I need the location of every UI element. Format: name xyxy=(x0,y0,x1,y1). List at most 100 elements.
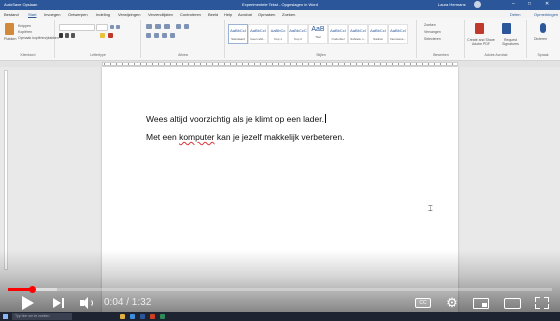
replace-button[interactable]: Vervangen xyxy=(424,30,441,34)
subtitles-button[interactable]: CC xyxy=(413,294,433,312)
file-explorer-icon[interactable] xyxy=(120,314,125,319)
share-button[interactable]: Delen xyxy=(510,12,520,17)
style-standaard[interactable]: AaBbCcI Standaard xyxy=(228,24,248,44)
next-button[interactable] xyxy=(50,294,66,312)
gear-icon: ⚙ xyxy=(446,295,458,310)
style-titel[interactable]: AaB Titel xyxy=(308,24,328,44)
tab-verzendlijsten[interactable]: Verzendlijsten xyxy=(148,12,173,17)
comments-button[interactable]: Opmerkingen xyxy=(534,12,558,17)
request-signatures-icon[interactable] xyxy=(502,23,511,34)
create-pdf-icon[interactable] xyxy=(475,23,484,34)
tab-invoegen[interactable]: Invoegen xyxy=(44,12,60,17)
tab-zoeken[interactable]: Zoeken xyxy=(282,12,295,17)
settings-button[interactable]: ⚙ xyxy=(443,294,461,312)
shrink-font-icon[interactable] xyxy=(116,25,120,29)
editing-group: Zoeken Vervangen Selecteren Bewerken xyxy=(418,20,465,58)
misspelled-word[interactable]: komputer xyxy=(179,132,214,142)
style-nadruk[interactable]: AaBbCcI Nadruk xyxy=(368,24,388,44)
select-button[interactable]: Selecteren xyxy=(424,37,441,41)
tab-beeld[interactable]: Beeld xyxy=(208,12,218,17)
style-intensieve-nadruk[interactable]: AaBbCcI Intensieve... xyxy=(388,24,408,44)
ribbon: Plakken Knippen Kopiëren Opmaak kopiëren… xyxy=(0,18,560,61)
font-group: Lettertype xyxy=(56,20,141,58)
underline-icon[interactable] xyxy=(71,33,75,38)
fullscreen-button[interactable] xyxy=(533,294,551,312)
decrease-indent-icon[interactable] xyxy=(176,24,181,29)
avatar[interactable] xyxy=(474,1,481,8)
theater-mode-button[interactable] xyxy=(502,294,522,312)
tab-start[interactable]: Start xyxy=(28,12,36,17)
tab-help[interactable]: Help xyxy=(224,12,232,17)
tab-controleren[interactable]: Controleren xyxy=(180,12,201,17)
vertical-ruler[interactable] xyxy=(4,70,8,270)
text-cursor xyxy=(324,114,326,123)
increase-indent-icon[interactable] xyxy=(184,24,189,29)
align-left-icon[interactable] xyxy=(146,33,151,38)
style-ondertitel[interactable]: AaBbCcI Ondertitel xyxy=(328,24,348,44)
maximize-icon[interactable]: □ xyxy=(528,1,531,7)
bullets-icon[interactable] xyxy=(146,24,152,29)
player-controls: 0:04 / 1:32 CC ⚙ xyxy=(0,294,560,312)
document-line-2[interactable]: Met een komputer kan je jezelf makkelijk… xyxy=(146,132,344,142)
subtitles-icon: CC xyxy=(415,298,431,308)
create-pdf-button[interactable]: Create and Share Adobe PDF xyxy=(467,38,495,46)
windows-start-icon[interactable] xyxy=(3,314,8,319)
miniplayer-button[interactable] xyxy=(471,294,491,312)
excel-icon[interactable] xyxy=(160,314,165,319)
tab-verwijzingen[interactable]: Verwijzingen xyxy=(118,12,140,17)
paragraph-group-label: Alinea xyxy=(178,53,188,57)
paste-icon[interactable] xyxy=(5,23,14,35)
dictate-button[interactable]: Dicteren xyxy=(534,37,547,41)
clipboard-group: Plakken Knippen Kopiëren Opmaak kopiëren… xyxy=(2,20,59,58)
style-kop-1[interactable]: AaBbCc Kop 1 xyxy=(268,24,288,44)
ibeam-cursor-icon: ⌶ xyxy=(428,205,433,213)
font-color-icon[interactable] xyxy=(108,33,113,38)
style-subtiele-nadruk[interactable]: AaBbCcI Subtiele n... xyxy=(348,24,368,44)
user-name[interactable]: Laura Hermans xyxy=(438,2,466,7)
scrubber-handle[interactable] xyxy=(28,286,36,293)
play-icon xyxy=(22,296,34,310)
align-right-icon[interactable] xyxy=(162,33,167,38)
style-geen-afstand[interactable]: AaBbCcI Geen afst... xyxy=(248,24,268,44)
ribbon-tabs: Bestand Start Invoegen Ontwerpen Indelin… xyxy=(0,10,560,18)
miniplayer-icon xyxy=(473,297,489,309)
bold-icon[interactable] xyxy=(59,33,63,38)
font-group-label: Lettertype xyxy=(90,53,106,57)
style-kop-2[interactable]: AaBbCcC Kop 2 xyxy=(288,24,308,44)
document-line-1[interactable]: Wees altijd voorzichtig als je klimt op … xyxy=(146,114,326,124)
numbering-icon[interactable] xyxy=(155,24,161,29)
tab-indeling[interactable]: Indeling xyxy=(96,12,110,17)
minimize-icon[interactable]: – xyxy=(512,1,515,7)
powerpoint-icon[interactable] xyxy=(150,314,155,319)
cut-button[interactable]: Knippen xyxy=(18,24,31,28)
request-signatures-button[interactable]: Request Signatures xyxy=(497,38,524,46)
title-bar: AutoSave Opslaan Experimentele Tekst - O… xyxy=(0,0,560,10)
edge-icon[interactable] xyxy=(130,314,135,319)
tab-acrobat[interactable]: Acrobat xyxy=(238,12,252,17)
find-button[interactable]: Zoeken xyxy=(424,23,436,27)
tab-bestand[interactable]: Bestand xyxy=(4,12,19,17)
word-icon[interactable] xyxy=(140,314,145,319)
play-button[interactable] xyxy=(18,294,38,312)
highlight-icon[interactable] xyxy=(100,33,105,38)
font-name-select[interactable] xyxy=(59,24,95,31)
volume-button[interactable] xyxy=(78,294,96,312)
format-painter-button[interactable]: Opmaak kopiëren/plakken xyxy=(18,36,59,40)
close-icon[interactable]: ✕ xyxy=(545,1,549,7)
progress-bar[interactable] xyxy=(8,286,552,293)
tab-ontwerpen[interactable]: Ontwerpen xyxy=(68,12,88,17)
font-size-select[interactable] xyxy=(96,24,108,31)
paste-label[interactable]: Plakken xyxy=(4,37,16,41)
italic-icon[interactable] xyxy=(65,33,69,38)
copy-button[interactable]: Kopiëren xyxy=(18,30,32,34)
styles-group: AaBbCcI Standaard AaBbCcI Geen afst... AaB… xyxy=(226,20,417,58)
grow-font-icon[interactable] xyxy=(110,25,114,29)
voice-group-label: Spraak xyxy=(537,53,549,57)
justify-icon[interactable] xyxy=(170,33,175,38)
align-center-icon[interactable] xyxy=(154,33,159,38)
taskbar-search[interactable]: Typ hier om te zoeken xyxy=(12,313,72,320)
clipboard-group-label: Klembord xyxy=(20,53,36,57)
microphone-icon[interactable] xyxy=(540,23,546,33)
multilevel-list-icon[interactable] xyxy=(164,24,170,29)
tab-opmaken[interactable]: Opmaken xyxy=(258,12,275,17)
